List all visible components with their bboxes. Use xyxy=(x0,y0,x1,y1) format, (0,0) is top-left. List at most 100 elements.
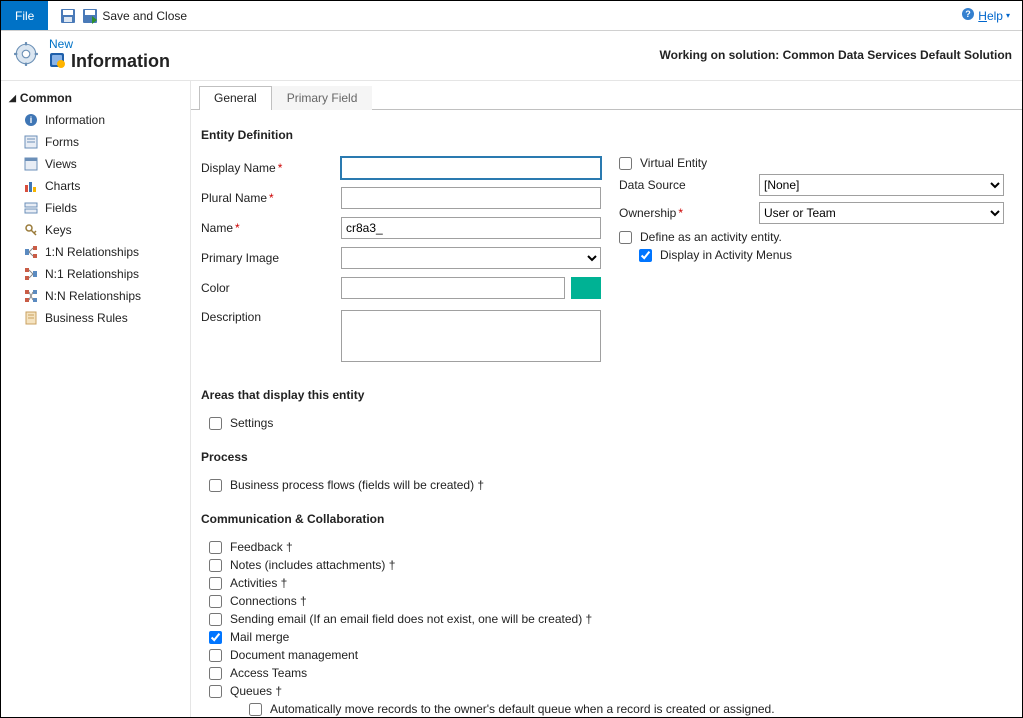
sidebar-item-label: 1:N Relationships xyxy=(45,245,139,259)
define-activity-checkbox[interactable] xyxy=(619,231,632,244)
sidebar-item-label: Charts xyxy=(45,179,80,193)
chevron-down-icon: ▾ xyxy=(1006,11,1010,20)
svg-text:?: ? xyxy=(966,9,972,19)
sidebar-item-label: N:1 Relationships xyxy=(45,267,139,281)
charts-icon xyxy=(23,178,39,194)
mail-merge-label: Mail merge xyxy=(230,630,289,644)
tab-bar: General Primary Field xyxy=(191,85,1022,110)
fields-icon xyxy=(23,200,39,216)
label-primary-image: Primary Image xyxy=(201,251,341,265)
activities-label: Activities † xyxy=(230,576,287,590)
sidebar-item-nn-rel[interactable]: N:N Relationships xyxy=(1,285,190,307)
sidebar-item-label: Information xyxy=(45,113,105,127)
relationship-1n-icon xyxy=(23,244,39,260)
activities-checkbox[interactable] xyxy=(209,577,222,590)
sidebar-item-label: Keys xyxy=(45,223,72,237)
ownership-select[interactable]: User or Team xyxy=(759,202,1004,224)
sidebar-item-views[interactable]: Views xyxy=(1,153,190,175)
sidebar-item-label: Forms xyxy=(45,135,79,149)
description-textarea[interactable] xyxy=(341,310,601,362)
label-description: Description xyxy=(201,310,341,324)
doc-mgmt-checkbox[interactable] xyxy=(209,649,222,662)
ribbon: File Save and Close ? Help ▾ xyxy=(1,1,1022,31)
relationship-nn-icon xyxy=(23,288,39,304)
entity-new-icon xyxy=(49,52,65,71)
section-process: Process xyxy=(201,450,1004,464)
sidebar-item-1n-rel[interactable]: 1:N Relationships xyxy=(1,241,190,263)
access-teams-checkbox[interactable] xyxy=(209,667,222,680)
color-input[interactable] xyxy=(341,277,565,299)
feedback-label: Feedback † xyxy=(230,540,293,554)
form-scroll[interactable]: Entity Definition Display Name* Plural N… xyxy=(191,110,1022,717)
sending-email-checkbox[interactable] xyxy=(209,613,222,626)
save-close-icon xyxy=(82,8,98,24)
data-source-select[interactable]: [None] xyxy=(759,174,1004,196)
solution-label: Working on solution: Common Data Service… xyxy=(660,48,1012,62)
section-areas: Areas that display this entity xyxy=(201,388,1004,402)
sidebar-item-label: Views xyxy=(45,157,77,171)
queues-checkbox[interactable] xyxy=(209,685,222,698)
areas-settings-checkbox[interactable] xyxy=(209,417,222,430)
gear-icon xyxy=(13,41,39,70)
feedback-checkbox[interactable] xyxy=(209,541,222,554)
display-name-input[interactable] xyxy=(341,157,601,179)
file-tab-label: File xyxy=(15,9,34,23)
nav-group-common[interactable]: ◢ Common xyxy=(1,87,190,109)
help-label: Help xyxy=(978,9,1003,23)
connections-label: Connections † xyxy=(230,594,307,608)
label-data-source: Data Source xyxy=(619,178,759,192)
save-icon[interactable] xyxy=(60,8,76,24)
bpf-checkbox[interactable] xyxy=(209,479,222,492)
doc-mgmt-label: Document management xyxy=(230,648,358,662)
save-close-label: Save and Close xyxy=(102,9,187,23)
chevron-down-icon: ◢ xyxy=(9,93,16,104)
label-ownership: Ownership* xyxy=(619,206,759,220)
display-activity-menus-checkbox[interactable] xyxy=(639,249,652,262)
tab-primary-field[interactable]: Primary Field xyxy=(272,86,373,110)
help-icon: ? xyxy=(961,7,975,24)
tab-general[interactable]: General xyxy=(199,86,272,110)
notes-checkbox[interactable] xyxy=(209,559,222,572)
main-area: General Primary Field Entity Definition … xyxy=(191,81,1022,717)
areas-settings-label: Settings xyxy=(230,416,273,430)
auto-move-checkbox[interactable] xyxy=(249,703,262,716)
file-tab[interactable]: File xyxy=(1,1,48,30)
keys-icon xyxy=(23,222,39,238)
sidebar-item-business-rules[interactable]: Business Rules xyxy=(1,307,190,329)
virtual-entity-label: Virtual Entity xyxy=(640,156,707,170)
sidebar-item-forms[interactable]: Forms xyxy=(1,131,190,153)
header-subtitle: New xyxy=(49,37,170,51)
sidebar-item-information[interactable]: i Information xyxy=(1,109,190,131)
help-button[interactable]: ? Help ▾ xyxy=(961,7,1010,24)
section-entity-definition: Entity Definition xyxy=(201,128,1004,142)
mail-merge-checkbox[interactable] xyxy=(209,631,222,644)
label-color: Color xyxy=(201,281,341,295)
business-rules-icon xyxy=(23,310,39,326)
sending-email-label: Sending email (If an email field does no… xyxy=(230,612,592,626)
label-plural-name: Plural Name* xyxy=(201,191,341,205)
auto-move-label: Automatically move records to the owner'… xyxy=(270,702,775,716)
primary-image-select[interactable] xyxy=(341,247,601,269)
label-display-name: Display Name* xyxy=(201,161,341,175)
access-teams-label: Access Teams xyxy=(230,666,307,680)
sidebar-item-label: Business Rules xyxy=(45,311,128,325)
sidebar-item-label: Fields xyxy=(45,201,77,215)
notes-label: Notes (includes attachments) † xyxy=(230,558,395,572)
sidebar-item-charts[interactable]: Charts xyxy=(1,175,190,197)
section-communication: Communication & Collaboration xyxy=(201,512,1004,526)
color-swatch[interactable] xyxy=(571,277,601,299)
sidebar-item-n1-rel[interactable]: N:1 Relationships xyxy=(1,263,190,285)
name-input[interactable] xyxy=(341,217,601,239)
relationship-n1-icon xyxy=(23,266,39,282)
save-and-close-button[interactable]: Save and Close xyxy=(82,8,187,24)
sidebar-item-fields[interactable]: Fields xyxy=(1,197,190,219)
sidebar-item-keys[interactable]: Keys xyxy=(1,219,190,241)
bpf-label: Business process flows (fields will be c… xyxy=(230,478,484,492)
page-title: Information xyxy=(71,51,170,72)
svg-text:i: i xyxy=(30,115,33,125)
connections-checkbox[interactable] xyxy=(209,595,222,608)
header: New Information Working on solution: Com… xyxy=(1,31,1022,81)
virtual-entity-checkbox[interactable] xyxy=(619,157,632,170)
info-icon: i xyxy=(23,112,39,128)
plural-name-input[interactable] xyxy=(341,187,601,209)
